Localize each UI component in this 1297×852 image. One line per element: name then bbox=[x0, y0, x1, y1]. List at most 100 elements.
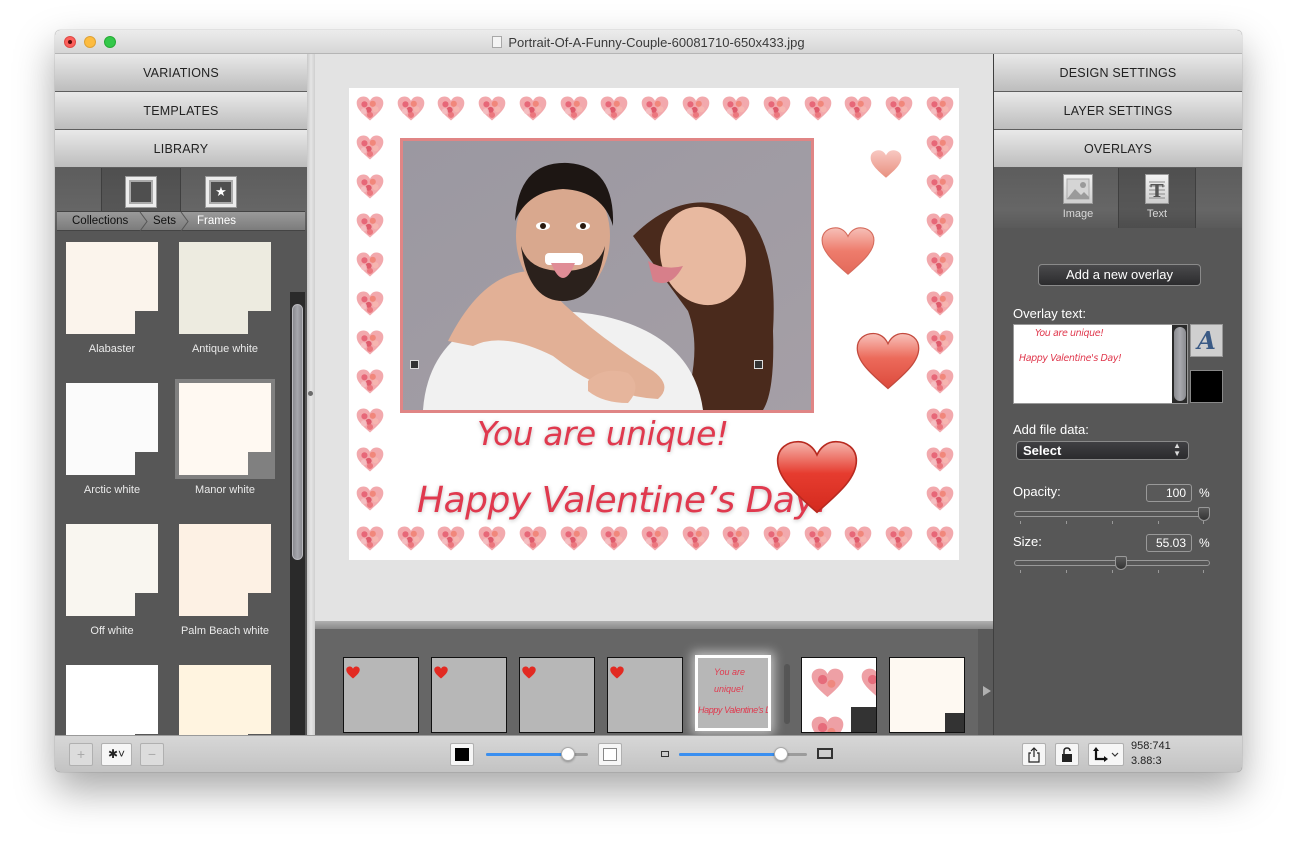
border-heart-icon bbox=[926, 526, 954, 551]
border-heart-icon bbox=[926, 447, 954, 472]
opacity-slider-knob[interactable] bbox=[1198, 507, 1210, 521]
lock-open-icon bbox=[1062, 747, 1072, 762]
layer-thumbnail[interactable] bbox=[607, 657, 683, 733]
border-heart-icon bbox=[641, 526, 669, 551]
overlay-text-scrollbar[interactable] bbox=[1172, 325, 1187, 403]
frame-swatch[interactable]: Arctic white bbox=[62, 383, 162, 496]
add-item-button[interactable]: + bbox=[69, 743, 93, 766]
opacity-percent-sign: % bbox=[1199, 486, 1210, 500]
section-templates[interactable]: TEMPLATES bbox=[55, 92, 307, 130]
border-width-slider[interactable] bbox=[486, 747, 588, 761]
breadcrumb: Collections Sets Frames bbox=[57, 211, 305, 231]
border-heart-icon bbox=[926, 486, 954, 511]
opacity-input[interactable]: 100 bbox=[1146, 484, 1192, 502]
design-canvas[interactable]: You are unique! Happy Valentine’s Day! bbox=[349, 88, 959, 560]
breadcrumb-sets[interactable]: Sets bbox=[153, 215, 176, 227]
frame-preview bbox=[179, 524, 271, 616]
frame-swatch[interactable]: Palm Beach white bbox=[175, 524, 275, 637]
frames-scrollbar[interactable] bbox=[290, 292, 305, 759]
panel-splitter[interactable] bbox=[307, 54, 315, 735]
photo-layer[interactable] bbox=[400, 138, 814, 413]
section-overlays[interactable]: OVERLAYS bbox=[994, 130, 1242, 168]
layer-thumbnail[interactable] bbox=[343, 657, 419, 733]
size-slider[interactable] bbox=[1014, 556, 1210, 570]
border-heart-icon bbox=[356, 330, 384, 355]
border-heart-icon bbox=[356, 135, 384, 160]
section-variations[interactable]: VARIATIONS bbox=[55, 54, 307, 92]
filmstrip-divider[interactable] bbox=[315, 621, 993, 629]
frame-corner bbox=[135, 593, 158, 616]
frame-swatch[interactable]: Alabaster bbox=[62, 242, 162, 355]
border-heart-icon bbox=[926, 96, 954, 121]
arrow-right-icon bbox=[983, 686, 991, 696]
section-layer-settings[interactable]: LAYER SETTINGS bbox=[994, 92, 1242, 130]
frame-swatch[interactable]: Manor white bbox=[175, 379, 275, 496]
border-heart-icon bbox=[397, 96, 425, 121]
heart-icon bbox=[346, 666, 360, 679]
frame-swatch[interactable]: Antique white bbox=[175, 242, 275, 355]
gear-menu-button[interactable]: ✱˅ bbox=[101, 743, 132, 766]
size-input[interactable]: 55.03 bbox=[1146, 534, 1192, 552]
file-data-select[interactable]: Select ▲ ▼ bbox=[1016, 441, 1189, 460]
app-window: Portrait-Of-A-Funny-Couple-60081710-650x… bbox=[55, 30, 1242, 772]
heart-overlay-xlarge[interactable] bbox=[776, 436, 858, 518]
share-button[interactable] bbox=[1022, 743, 1046, 766]
overlay-tab-text[interactable]: T Text bbox=[1118, 168, 1196, 228]
opacity-slider[interactable] bbox=[1014, 507, 1210, 521]
border-heart-icon bbox=[600, 96, 628, 121]
text-color-well[interactable] bbox=[1190, 370, 1223, 403]
layer-thumbnail[interactable]: You are unique! Happy Valentine's Day! bbox=[695, 655, 771, 731]
overlay-tab-image[interactable]: Image bbox=[1039, 168, 1117, 228]
filmstrip-scroll-right-button[interactable] bbox=[978, 629, 993, 739]
overlay-text-input[interactable]: You are unique! Happy Valentine's Day! bbox=[1013, 324, 1188, 404]
file-data-select-value: Select bbox=[1023, 443, 1062, 458]
layer-thumbnail[interactable] bbox=[801, 657, 877, 733]
border-heart-icon bbox=[438, 96, 465, 121]
border-color-light-button[interactable] bbox=[598, 743, 622, 766]
border-heart-icon bbox=[356, 213, 384, 238]
border-heart-icon bbox=[478, 96, 506, 121]
border-color-dark-button[interactable] bbox=[450, 743, 474, 766]
layer-thumbnail[interactable] bbox=[431, 657, 507, 733]
border-heart-icon bbox=[763, 96, 791, 121]
size-slider-ticks bbox=[1020, 570, 1204, 574]
heart-overlay-medium[interactable] bbox=[821, 225, 875, 277]
overlay-text-label: Overlay text: bbox=[1013, 306, 1086, 321]
gear-icon: ✱˅ bbox=[107, 747, 126, 761]
preview-size-slider-knob[interactable] bbox=[774, 747, 789, 761]
crop-ratio-menu-button[interactable] bbox=[1088, 743, 1124, 766]
heart-overlay-small[interactable] bbox=[870, 148, 902, 180]
overlay-text-line1[interactable]: You are unique! bbox=[477, 414, 729, 453]
frame-swatch[interactable]: Off white bbox=[62, 524, 162, 637]
heart-pattern-icon bbox=[811, 716, 844, 732]
large-size-icon bbox=[817, 748, 833, 759]
border-width-slider-knob[interactable] bbox=[560, 747, 575, 761]
frame-label: Antique white bbox=[191, 343, 259, 355]
remove-item-button[interactable]: − bbox=[140, 743, 164, 766]
breadcrumb-chevron-icon bbox=[139, 212, 148, 231]
size-slider-knob[interactable] bbox=[1115, 556, 1128, 570]
white-swatch-icon bbox=[603, 748, 617, 761]
section-library[interactable]: LIBRARY bbox=[55, 130, 307, 168]
resize-handle-left[interactable] bbox=[410, 360, 419, 369]
breadcrumb-frames[interactable]: Frames bbox=[197, 215, 236, 227]
splitter-handle[interactable] bbox=[308, 391, 313, 396]
heart-overlay-large[interactable] bbox=[856, 330, 920, 392]
add-overlay-button[interactable]: Add a new overlay bbox=[1038, 264, 1201, 286]
scrollbar-thumb[interactable] bbox=[292, 304, 303, 560]
border-heart-icon bbox=[682, 526, 709, 551]
border-heart-icon bbox=[722, 96, 750, 121]
layer-thumbnail[interactable] bbox=[889, 657, 965, 733]
preview-size-slider[interactable] bbox=[679, 747, 807, 761]
layer-thumbnail[interactable] bbox=[519, 657, 595, 733]
lock-button[interactable] bbox=[1055, 743, 1079, 766]
font-picker-button[interactable]: A bbox=[1190, 324, 1223, 357]
black-swatch-icon bbox=[455, 748, 469, 761]
size-percent-sign: % bbox=[1199, 536, 1210, 550]
resize-handle-right[interactable] bbox=[754, 360, 763, 369]
breadcrumb-collections[interactable]: Collections bbox=[72, 215, 128, 227]
section-design-settings[interactable]: DESIGN SETTINGS bbox=[994, 54, 1242, 92]
border-heart-icon bbox=[804, 96, 832, 121]
border-heart-icon bbox=[926, 369, 954, 394]
overlay-text-line2[interactable]: Happy Valentine’s Day! bbox=[417, 480, 830, 521]
